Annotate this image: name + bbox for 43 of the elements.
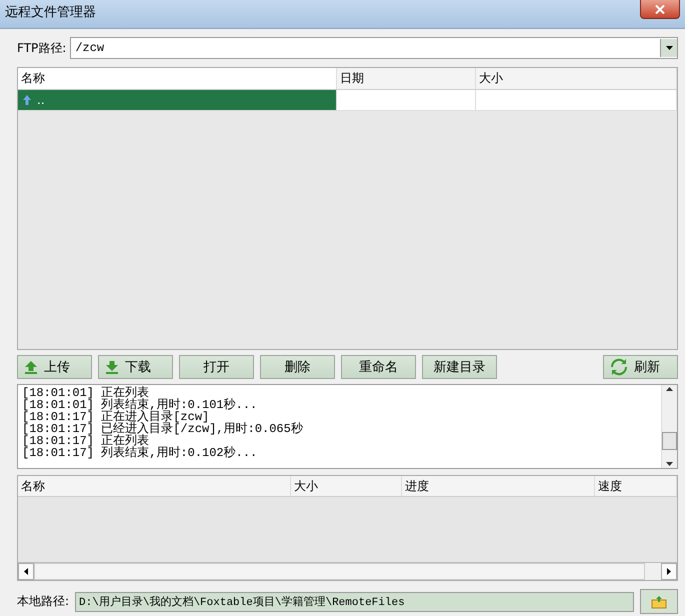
toolbar-button[interactable]: 重命名	[341, 355, 416, 379]
down-arrow-icon	[105, 360, 119, 374]
up-arrow-icon	[23, 95, 31, 105]
toolbar-button[interactable]: 打开	[179, 355, 254, 379]
toolbar-button[interactable]: 上传	[17, 355, 92, 379]
scrollbar-thumb[interactable]	[662, 432, 677, 450]
right-caret-icon	[667, 568, 671, 575]
column-header[interactable]: 进度	[402, 476, 595, 496]
vertical-scrollbar[interactable]	[661, 385, 677, 468]
column-header[interactable]: 日期	[337, 68, 476, 89]
caret-icon	[666, 46, 672, 50]
log-line: [18:01:01] 列表结束,用时:0.101秒...	[22, 399, 258, 411]
up-arrow-icon	[24, 360, 38, 374]
column-header[interactable]: 名称	[18, 476, 291, 496]
toolbar-button[interactable]: 下载	[98, 355, 173, 379]
refresh-button[interactable]: 刷新	[603, 355, 678, 379]
down-caret-icon	[666, 462, 673, 466]
dropdown-button[interactable]	[660, 39, 677, 57]
column-header[interactable]: 大小	[291, 476, 402, 496]
log-line: [18:01:01] 正在列表	[22, 387, 150, 399]
horizontal-scrollbar[interactable]	[18, 562, 677, 580]
close-icon	[655, 4, 665, 14]
log-line: [18:01:17] 已经进入目录[/zcw],用时:0.065秒	[22, 423, 304, 435]
folder-icon	[651, 594, 667, 608]
log-line: [18:01:17] 正在列表	[22, 435, 150, 447]
left-caret-icon	[24, 568, 28, 575]
ftp-path-label: FTP路径:	[17, 40, 66, 56]
local-path-label: 本地路径:	[17, 593, 70, 610]
log-line: [18:01:17] 正在进入目录[zcw]	[22, 411, 210, 423]
log-line: [18:01:17] 列表结束,用时:0.102秒...	[22, 447, 258, 459]
close-button[interactable]	[640, 0, 680, 19]
toolbar-button[interactable]: 新建目录	[422, 355, 497, 379]
column-header[interactable]: 名称	[18, 68, 337, 89]
refresh-icon	[610, 358, 628, 376]
toolbar-button[interactable]: 删除	[260, 355, 335, 379]
browse-folder-button[interactable]	[640, 589, 678, 614]
column-header[interactable]: 大小	[476, 68, 677, 89]
window-title: 远程文件管理器	[4, 4, 96, 21]
up-caret-icon	[666, 387, 673, 391]
file-name-cell[interactable]: ..	[18, 90, 337, 110]
column-header[interactable]: 速度	[595, 476, 677, 496]
ftp-path-combo[interactable]: /zcw	[70, 37, 678, 59]
local-path-field[interactable]: D:\用户目录\我的文档\Foxtable项目\学籍管理\RemoteFiles	[75, 592, 634, 612]
